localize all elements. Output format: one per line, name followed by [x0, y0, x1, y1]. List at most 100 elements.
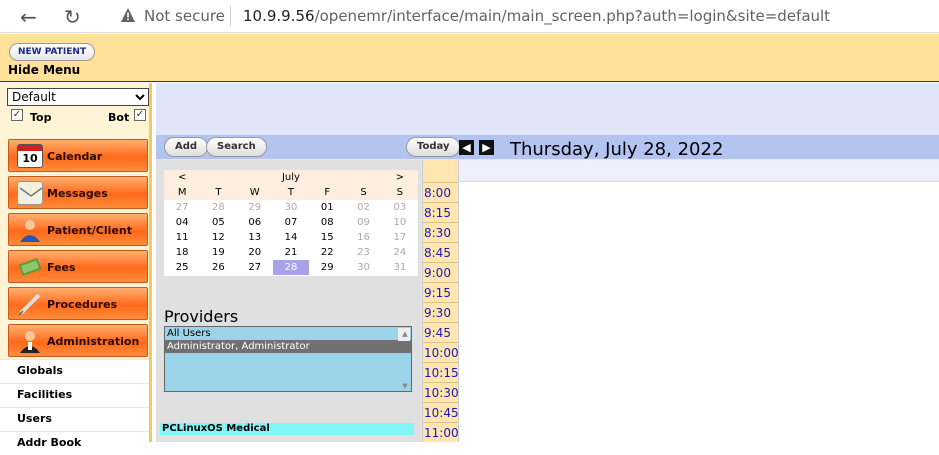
time-slot[interactable]: 9:00	[423, 262, 459, 282]
calendar-day[interactable]: 25	[164, 260, 200, 275]
weekday-header: F	[309, 185, 346, 200]
providers-list[interactable]: All Users Administrator, Administrator ▲…	[164, 326, 412, 392]
today-button[interactable]: Today	[406, 137, 461, 157]
calendar-day[interactable]: 20	[237, 245, 273, 260]
left-menu: Default ✓ Top Bot ✓ 10 Calendar Messages…	[0, 83, 152, 455]
url-separator	[230, 6, 231, 26]
back-arrow-icon[interactable]: ←	[20, 5, 37, 29]
calendar-day[interactable]: 10	[382, 215, 418, 230]
calendar-day[interactable]: 29	[309, 260, 345, 275]
calendar-day[interactable]: 21	[273, 245, 309, 260]
calendar-day[interactable]: 08	[309, 215, 345, 230]
calendar-day[interactable]: 01	[309, 200, 345, 215]
provider-option-selected[interactable]: Administrator, Administrator	[165, 340, 411, 353]
calendar-day[interactable]: 06	[237, 215, 273, 230]
calendar-day[interactable]: 13	[237, 230, 273, 245]
calendar-day[interactable]: 30	[345, 260, 381, 275]
time-slot[interactable]: 8:15	[423, 202, 459, 222]
admin-item-addr-book[interactable]: Addr Book	[0, 431, 149, 455]
menu-set-select[interactable]: Default	[7, 88, 149, 106]
menu-procedures-label: Procedures	[47, 298, 118, 311]
calendar-day[interactable]: 11	[164, 230, 200, 245]
next-month-button[interactable]: >	[381, 170, 418, 185]
top-checkbox[interactable]: ✓	[11, 109, 23, 121]
calendar-day[interactable]: 27	[164, 200, 200, 215]
facility-bar: PCLinuxOS Medical	[160, 423, 414, 435]
admin-item-facilities[interactable]: Facilities	[0, 383, 149, 407]
month-label: July	[272, 170, 310, 185]
time-slot[interactable]: 8:30	[423, 222, 459, 242]
menu-procedures-button[interactable]: Procedures	[8, 287, 148, 320]
menu-patient-client-label: Patient/Client	[47, 224, 132, 237]
time-slot[interactable]: 10:45	[423, 402, 459, 422]
calendar-day[interactable]: 15	[309, 230, 345, 245]
reload-icon[interactable]: ↻	[64, 5, 81, 29]
menu-calendar-button[interactable]: 10 Calendar	[8, 139, 148, 172]
calendar-day[interactable]: 07	[273, 215, 309, 230]
calendar-day[interactable]: 18	[164, 245, 200, 260]
bot-checkbox-label: Bot	[108, 111, 130, 124]
calendar-day[interactable]: 26	[200, 260, 236, 275]
calendar-day[interactable]: 04	[164, 215, 200, 230]
time-slot[interactable]: 10:15	[423, 362, 459, 382]
next-day-icon[interactable]: ▶	[479, 140, 494, 155]
app-header: NEW PATIENT Hide Menu	[0, 34, 939, 82]
hide-menu-link[interactable]: Hide Menu	[8, 63, 80, 77]
search-button[interactable]: Search	[206, 137, 267, 157]
calendar-day[interactable]: 03	[382, 200, 418, 215]
calendar-day-selected[interactable]: 28	[272, 260, 310, 275]
procedures-icon	[17, 292, 43, 316]
calendar-day[interactable]: 28	[200, 200, 236, 215]
time-slot[interactable]: 9:45	[423, 322, 459, 342]
prev-month-button[interactable]: <	[164, 170, 201, 185]
admin-item-users[interactable]: Users	[0, 407, 149, 431]
time-slot[interactable]: 9:15	[423, 282, 459, 302]
time-slot[interactable]: 10:30	[423, 382, 459, 402]
bot-checkbox[interactable]: ✓	[134, 109, 146, 121]
calendar-day[interactable]: 24	[382, 245, 418, 260]
day-grid-header	[459, 160, 939, 182]
menu-administration-button[interactable]: Administration	[8, 324, 148, 357]
calendar-day[interactable]: 09	[345, 215, 381, 230]
not-secure-label[interactable]: Not secure	[144, 7, 225, 25]
menu-messages-button[interactable]: Messages	[8, 176, 148, 209]
warning-icon[interactable]	[120, 7, 136, 23]
time-slot[interactable]: 10:00	[423, 342, 459, 362]
provider-option[interactable]: All Users	[165, 327, 411, 340]
calendar-day[interactable]: 05	[200, 215, 236, 230]
add-button[interactable]: Add	[164, 137, 209, 157]
calendar-day[interactable]: 30	[273, 200, 309, 215]
providers-scrollbar[interactable]: ▲ ▼	[398, 328, 410, 390]
administration-icon	[17, 329, 43, 353]
top-checkbox-label: Top	[30, 111, 52, 124]
calendar-day[interactable]: 19	[200, 245, 236, 260]
calendar-day[interactable]: 22	[309, 245, 345, 260]
calendar-day[interactable]: 14	[273, 230, 309, 245]
calendar-day[interactable]: 02	[345, 200, 381, 215]
calendar-day[interactable]: 17	[382, 230, 418, 245]
calendar-day[interactable]: 16	[345, 230, 381, 245]
weekday-header: S	[381, 185, 418, 200]
admin-item-globals[interactable]: Globals	[0, 359, 149, 383]
calendar-day[interactable]: 29	[237, 200, 273, 215]
day-appointment-grid[interactable]	[458, 160, 939, 442]
menu-fees-button[interactable]: Fees	[8, 250, 148, 283]
calendar-day[interactable]: 23	[345, 245, 381, 260]
time-slot[interactable]: 8:00	[423, 182, 459, 202]
calendar-panel: Add Search Today ◀ ▶ Thursday, July 28, …	[156, 83, 939, 442]
previous-day-icon[interactable]: ◀	[459, 140, 474, 155]
time-slot[interactable]: 11:00	[423, 422, 459, 442]
calendar-icon: 10	[17, 144, 43, 168]
calendar-day[interactable]: 27	[237, 260, 273, 275]
calendar-day[interactable]: 12	[200, 230, 236, 245]
providers-title: Providers	[164, 307, 239, 326]
messages-icon	[17, 181, 43, 205]
url-field[interactable]: 10.9.9.56/openemr/interface/main/main_sc…	[243, 7, 830, 25]
calendar-day[interactable]: 31	[382, 260, 418, 275]
time-slot[interactable]: 8:45	[423, 242, 459, 262]
current-date-heading: Thursday, July 28, 2022	[510, 139, 724, 160]
time-slot[interactable]: 9:30	[423, 302, 459, 322]
time-column: 8:00 8:15 8:30 8:45 9:00 9:15 9:30 9:45 …	[422, 160, 459, 442]
menu-patient-client-button[interactable]: Patient/Client	[8, 213, 148, 246]
new-patient-button[interactable]: NEW PATIENT	[9, 43, 96, 61]
